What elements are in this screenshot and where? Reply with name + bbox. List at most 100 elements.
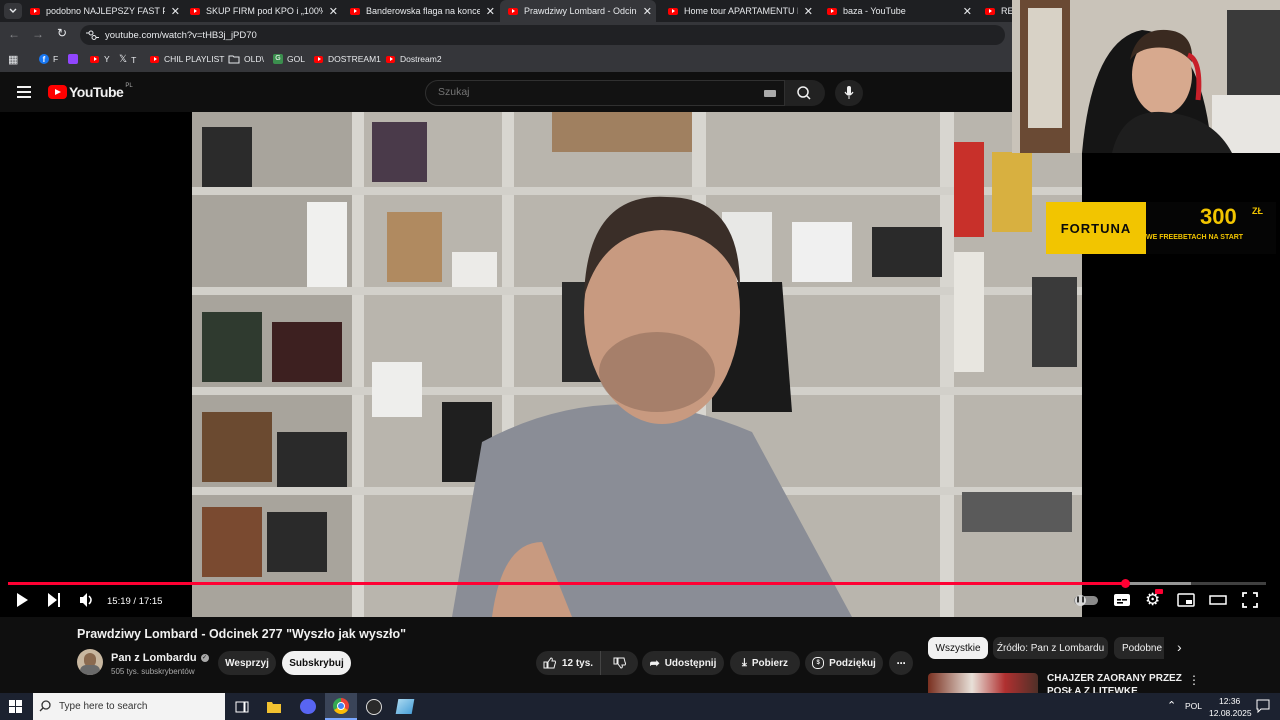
input-language[interactable]: POL xyxy=(1185,701,1202,711)
chip-all[interactable]: Wszystkie xyxy=(928,637,988,659)
tab-close-icon[interactable]: ✕ xyxy=(963,5,972,18)
back-arrow-icon[interactable]: ← xyxy=(8,27,20,41)
support-button[interactable]: Wesprzyj xyxy=(218,651,276,675)
bookmark-label: T xyxy=(131,54,137,65)
tab-title: Banderowska flaga na koncerc xyxy=(366,6,480,16)
clock-time[interactable]: 12:36 xyxy=(1219,696,1240,706)
browser-tab[interactable]: SKUP FIRM pod KPO i „100% W ✕ xyxy=(190,0,338,22)
share-icon: ➦ xyxy=(649,656,660,670)
ad-amount: 300 xyxy=(1200,204,1237,229)
tab-close-icon[interactable]: ✕ xyxy=(643,5,652,18)
progress-scrubber-handle[interactable] xyxy=(1121,579,1131,588)
settings-button[interactable]: ⚙ xyxy=(1145,589,1163,609)
more-actions-button[interactable]: ··· xyxy=(889,651,913,675)
voice-search-button[interactable] xyxy=(835,80,863,106)
tab-close-icon[interactable]: ✕ xyxy=(329,5,338,18)
thumbs-down-icon xyxy=(613,657,626,669)
video-player[interactable]: FORTUNA 300 ZŁ WE FREEBETACH NA START 15… xyxy=(0,112,1280,617)
play-button[interactable] xyxy=(17,593,28,607)
search-button[interactable] xyxy=(785,80,825,106)
progress-bar[interactable] xyxy=(8,579,1266,588)
search-input[interactable] xyxy=(436,85,740,99)
tab-search-button[interactable] xyxy=(4,3,22,19)
volume-icon[interactable] xyxy=(78,592,96,608)
fullscreen-icon[interactable] xyxy=(1242,592,1258,608)
bookmarks-bar: ▦ f F Y 𝕏 T CHIL PLAYLIST OLD\ G GOL DOS… xyxy=(0,48,1012,72)
app-icon[interactable] xyxy=(395,699,415,714)
thanks-button[interactable]: $ Podziękuj xyxy=(805,651,883,675)
bookmark-x[interactable]: 𝕏 T xyxy=(119,54,136,65)
subscribe-label: Subskrybuj xyxy=(289,657,344,669)
bookmark-youtube[interactable]: Y xyxy=(90,54,110,64)
search-box[interactable] xyxy=(425,80,785,106)
subtitles-icon[interactable] xyxy=(1113,593,1131,607)
chrome-app-active[interactable] xyxy=(325,693,357,720)
chip-source[interactable]: Źródło: Pan z Lombardu xyxy=(993,637,1108,659)
more-horizontal-icon: ··· xyxy=(896,656,907,670)
bookmark-gol[interactable]: G GOL xyxy=(273,54,305,64)
region-code: PL xyxy=(125,83,133,89)
twitch-icon xyxy=(68,54,78,64)
site-info-icon[interactable] xyxy=(80,25,104,45)
theater-mode-icon[interactable] xyxy=(1209,593,1227,607)
forward-arrow-icon[interactable]: → xyxy=(32,27,44,41)
bookmark-label: CHIL PLAYLIST xyxy=(164,54,225,64)
hamburger-menu-icon[interactable] xyxy=(17,86,31,98)
next-video-button[interactable] xyxy=(48,593,62,607)
file-explorer-icon[interactable] xyxy=(266,700,282,714)
notifications-icon[interactable] xyxy=(1256,699,1270,713)
url-text: youtube.com/watch?v=tHB3j_jPD70 xyxy=(105,29,257,41)
suggested-video-thumbnail[interactable] xyxy=(928,673,1038,693)
like-button[interactable]: 12 tys. xyxy=(536,651,601,675)
address-bar[interactable]: youtube.com/watch?v=tHB3j_jPD70 xyxy=(80,25,1005,45)
show-hidden-icons-chevron[interactable]: ⌃ xyxy=(1167,699,1176,712)
windows-taskbar: Type here to search ⌃ POL 12:36 12.08.20… xyxy=(0,693,1280,720)
youtube-favicon-icon xyxy=(350,7,360,15)
tab-close-icon[interactable]: ✕ xyxy=(171,5,180,18)
youtube-logo[interactable]: YouTube PL xyxy=(48,83,133,100)
browser-tab[interactable]: RE xyxy=(985,0,1012,22)
clock-date[interactable]: 12.08.2025 xyxy=(1209,708,1252,718)
browser-tab-active[interactable]: Prawdziwy Lombard - Odcinek ✕ xyxy=(500,0,656,22)
apps-grid-icon[interactable]: ▦ xyxy=(8,53,18,66)
bookmark-folder-old[interactable]: OLD\ xyxy=(228,54,264,64)
download-button[interactable]: ⤓ Pobierz xyxy=(730,651,800,675)
browser-tab[interactable]: Home tour APARTAMENTU PR ✕ xyxy=(668,0,813,22)
reload-icon[interactable]: ↻ xyxy=(57,26,67,40)
bookmark-chil-playlist[interactable]: CHIL PLAYLIST xyxy=(150,54,224,64)
thanks-label: Podziękuj xyxy=(829,657,876,669)
download-icon: ⤓ xyxy=(742,656,747,669)
taskbar-search-box[interactable]: Type here to search xyxy=(33,693,225,720)
suggested-video-title[interactable]: CHAJZER ZAORANY PRZEZ xyxy=(1047,673,1182,684)
bookmark-facebook[interactable]: f F xyxy=(39,54,58,64)
keyboard-icon[interactable] xyxy=(764,90,776,97)
discord-app-icon[interactable] xyxy=(300,699,316,714)
subscribe-button[interactable]: Subskrybuj xyxy=(282,651,351,675)
gol-icon: G xyxy=(273,54,283,64)
bookmark-dostream2[interactable]: Dostream2 xyxy=(386,54,442,64)
browser-tab[interactable]: podobno NAJLEPSZY FAST FOO ✕ xyxy=(30,0,180,22)
windows-start-icon[interactable] xyxy=(9,700,23,714)
suggested-video-title-line2[interactable]: POSŁA Z LITEWKE xyxy=(1047,686,1138,693)
youtube-favicon-icon xyxy=(668,7,678,15)
chevron-right-icon[interactable]: › xyxy=(1177,639,1182,655)
share-button[interactable]: ➦ Udostępnij xyxy=(642,651,724,675)
dislike-button[interactable] xyxy=(601,651,638,675)
chrome-icon xyxy=(333,698,349,714)
youtube-favicon-icon xyxy=(190,7,200,15)
autoplay-toggle[interactable]: ❚❚ xyxy=(1074,595,1098,606)
tab-close-icon[interactable]: ✕ xyxy=(804,5,813,18)
sponsor-ad-banner[interactable]: FORTUNA 300 ZŁ WE FREEBETACH NA START xyxy=(1046,202,1276,254)
channel-avatar[interactable] xyxy=(77,649,103,675)
miniplayer-icon[interactable] xyxy=(1177,593,1195,607)
bookmark-dostream1[interactable]: DOSTREAM1 xyxy=(314,54,381,64)
chip-related[interactable]: Podobne xyxy=(1114,637,1164,659)
browser-tab[interactable]: Banderowska flaga na koncerc ✕ xyxy=(350,0,495,22)
channel-name[interactable]: Pan z Lombardu ✓ xyxy=(111,652,209,664)
obs-app-icon[interactable] xyxy=(366,699,382,715)
more-vertical-icon[interactable]: ⋮ xyxy=(1188,673,1200,687)
browser-tab[interactable]: baza - YouTube ✕ xyxy=(827,0,972,22)
tab-close-icon[interactable]: ✕ xyxy=(486,5,495,18)
task-view-icon[interactable] xyxy=(235,700,249,714)
bookmark-twitch[interactable] xyxy=(68,54,78,64)
